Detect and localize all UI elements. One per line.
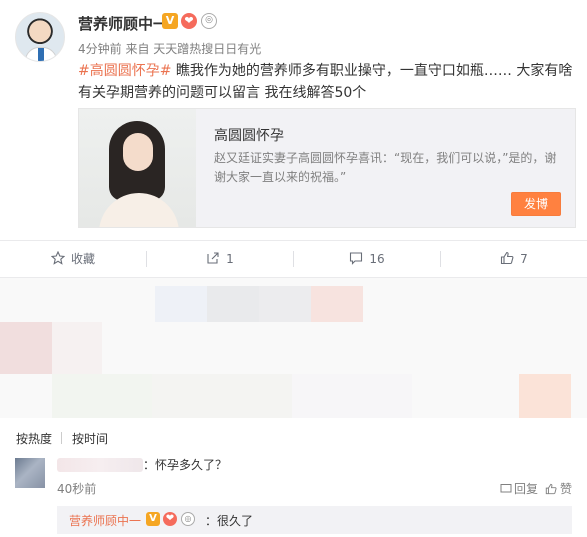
mosaic-block (519, 374, 571, 418)
comment-item: ：怀孕多久了？ 40秒前 回复 赞 营养师顾中一 V ❤ ◎ ：很久了 (0, 450, 587, 537)
pixelated-region (0, 278, 587, 418)
post-button[interactable]: 发博 (511, 192, 561, 216)
mosaic-block (259, 286, 311, 322)
post-meta: 4分钟前 来自 天天蹭热搜日日有光 (78, 42, 262, 56)
reply-author-name[interactable]: 营养师顾中一 (69, 512, 141, 529)
verified-badge-icon: V (162, 13, 178, 29)
action-bar: 收藏 1 16 7 (0, 240, 587, 278)
mosaic-block (52, 374, 152, 418)
author-avatar[interactable] (15, 12, 65, 62)
topic-card-title[interactable]: 高圆圆怀孕 (214, 125, 284, 145)
mosaic-block (311, 286, 363, 322)
sort-by-time[interactable]: 按时间 (72, 430, 108, 447)
comment-like-button[interactable]: 赞 (545, 480, 572, 497)
topic-card-image (79, 109, 196, 227)
hashtag-link[interactable]: #高圆圆怀孕# (78, 63, 171, 79)
comment-count: 16 (369, 252, 385, 266)
vip-badge-icon: ❤ (163, 512, 177, 526)
commenter-avatar[interactable] (15, 458, 45, 488)
comment-reply-button[interactable]: 回复 (500, 480, 538, 497)
favorite-button[interactable]: 收藏 (0, 241, 146, 277)
mosaic-block (292, 374, 412, 418)
thumbs-up-icon (501, 251, 514, 265)
sort-by-hot[interactable]: 按热度 (16, 430, 52, 447)
like-button[interactable]: 7 (441, 241, 587, 277)
avatar-tie (38, 48, 44, 61)
mosaic-block (155, 286, 207, 322)
thumbs-up-icon (545, 483, 557, 495)
author-reply: 营养师顾中一 V ❤ ◎ ：很久了 (57, 506, 572, 534)
mosaic-block (52, 322, 102, 374)
medal-icon: ◎ (181, 512, 195, 526)
author-name[interactable]: 营养师顾中一 (78, 13, 168, 34)
mosaic-block (152, 374, 292, 418)
topic-card[interactable]: 高圆圆怀孕 赵又廷证实妻子高圆圆怀孕喜讯：“现在，我们可以说，”是的，谢谢大家一… (78, 108, 576, 228)
portrait-face (123, 133, 153, 171)
share-button[interactable]: 1 (147, 241, 293, 277)
reply-text: ：很久了 (205, 514, 254, 528)
comment-like-label: 赞 (560, 482, 573, 496)
comment-button[interactable]: 16 (294, 241, 440, 277)
reply-icon (500, 484, 512, 493)
share-icon (207, 252, 219, 264)
comment-time: 40秒前 (57, 482, 97, 496)
comment-icon (350, 252, 363, 265)
mosaic-block (0, 322, 52, 374)
mosaic-block (207, 286, 259, 322)
comment-text: ：怀孕多久了？ (143, 458, 228, 472)
medal-icon: ◎ (201, 13, 217, 29)
like-count: 7 (520, 252, 528, 266)
comment-reply-label: 回复 (514, 482, 539, 496)
favorite-label: 收藏 (70, 252, 95, 266)
post-body: #高圆圆怀孕# 瞧我作为她的营养师多有职业操守，一直守口如瓶…… 大家有啥有关孕… (78, 60, 578, 104)
star-icon (50, 251, 65, 265)
vip-badge-icon: ❤ (181, 13, 197, 29)
weibo-post: 营养师顾中一 V ❤ ◎ 4分钟前 来自 天天蹭热搜日日有光 #高圆圆怀孕# 瞧… (0, 0, 587, 240)
verified-badge-icon: V (146, 512, 160, 526)
commenter-name-blurred[interactable] (57, 458, 143, 472)
topic-card-description: 赵又廷证实妻子高圆圆怀孕喜讯：“现在，我们可以说，”是的，谢谢大家一直以来的祝福… (214, 151, 557, 184)
share-count: 1 (226, 252, 234, 266)
sort-divider (61, 432, 62, 444)
portrait-shoulders (99, 193, 179, 227)
